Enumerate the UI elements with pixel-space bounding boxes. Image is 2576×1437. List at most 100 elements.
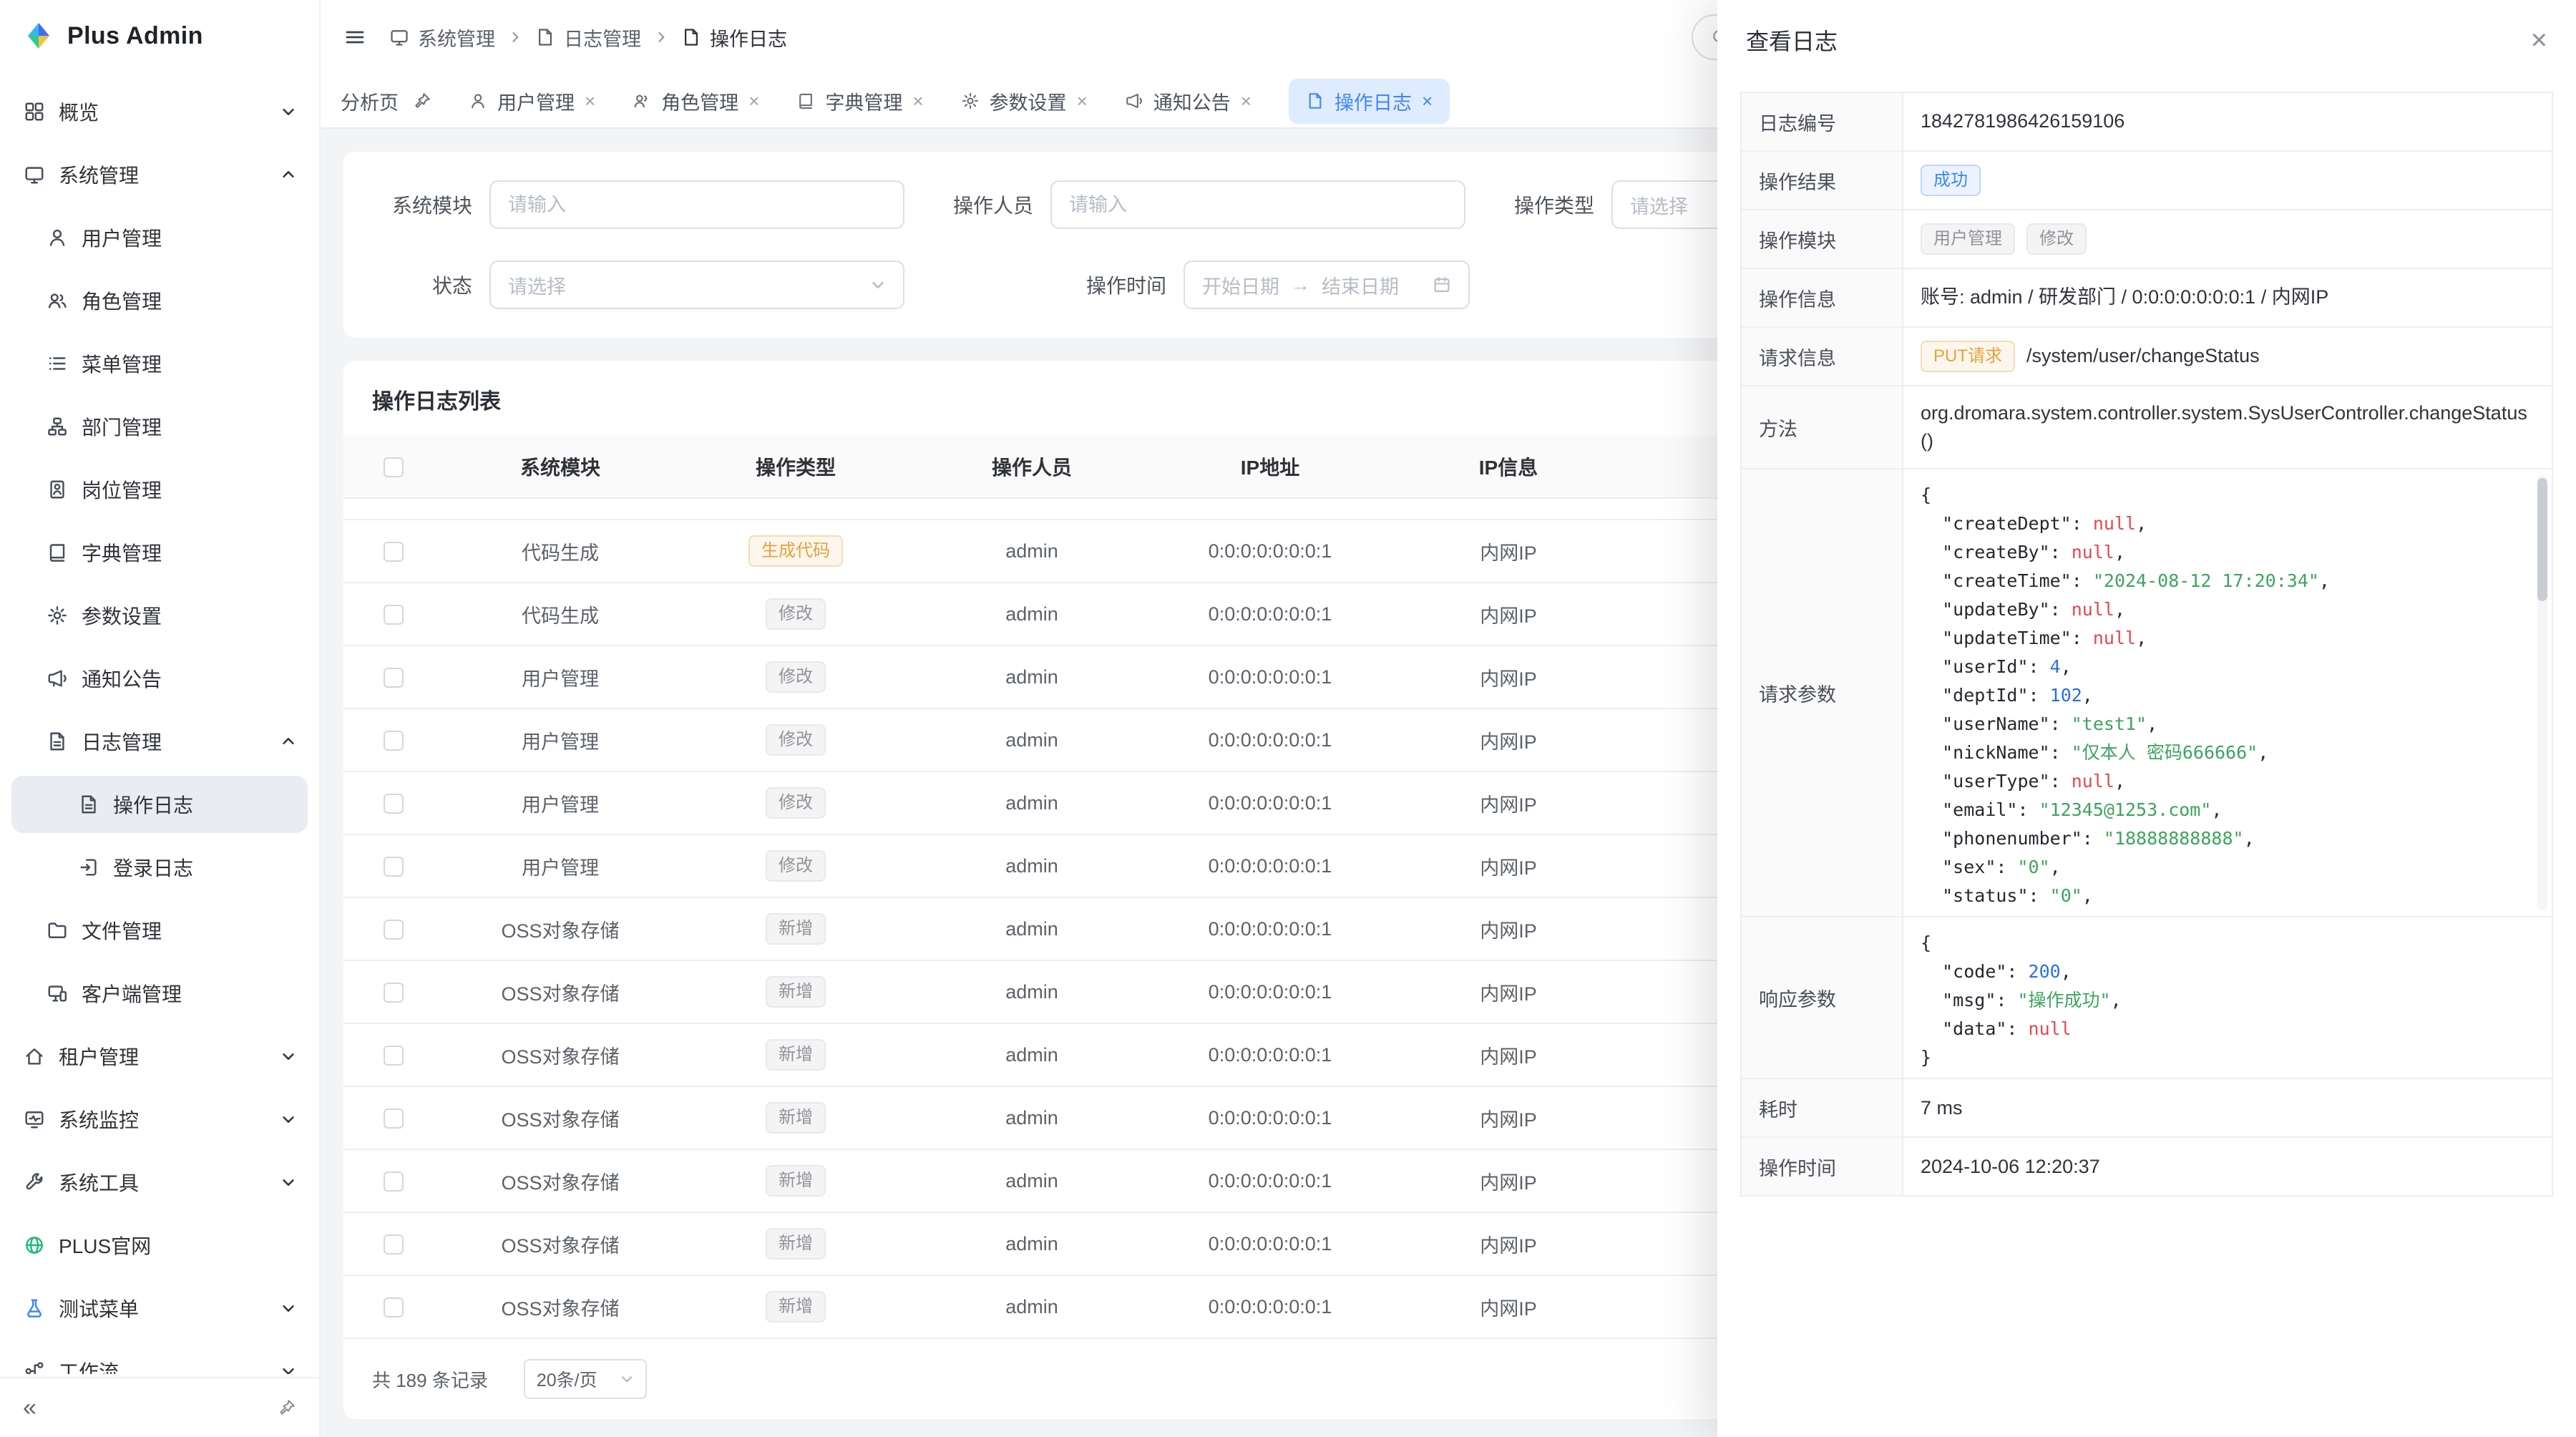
row-checkbox[interactable] — [384, 542, 404, 562]
module-input[interactable] — [489, 180, 904, 229]
row-checkbox[interactable] — [384, 1297, 404, 1317]
close-icon[interactable]: × — [585, 92, 595, 110]
sidebar-item-test-menu[interactable]: 测试菜单 — [11, 1280, 308, 1337]
operation-type-tag: 新增 — [766, 1228, 826, 1260]
sidebar-item-plus-website[interactable]: PLUS官网 — [11, 1217, 308, 1274]
sidebar-item-role-management[interactable]: 角色管理 — [11, 272, 308, 329]
row-checkbox[interactable] — [384, 1046, 404, 1066]
status-select[interactable]: 请选择 — [489, 260, 904, 309]
file-text-icon — [681, 27, 701, 47]
col-module: 系统模块 — [444, 435, 677, 498]
book-icon — [796, 92, 815, 110]
close-icon[interactable]: × — [912, 92, 923, 110]
desc-row-info: 操作信息 账号: admin / 研发部门 / 0:0:0:0:0:0:0:1 … — [1742, 269, 2552, 328]
sidebar-item-log-management[interactable]: 日志管理 — [11, 713, 308, 770]
scrollbar-thumb[interactable] — [2537, 478, 2547, 601]
operation-type-tag: 新增 — [766, 1291, 826, 1322]
module-tag: 用户管理 — [1921, 223, 2015, 255]
operation-type-tag: 修改 — [766, 661, 826, 693]
tab-notice[interactable]: 通知公告 × — [1125, 87, 1252, 115]
row-checkbox[interactable] — [384, 983, 404, 1003]
close-icon[interactable]: × — [1422, 92, 1433, 110]
breadcrumb-item[interactable]: 系统管理 — [389, 24, 495, 52]
breadcrumb-item[interactable]: 日志管理 — [535, 24, 641, 52]
drawer-header: 查看日志 × — [1717, 0, 2576, 80]
home-icon — [23, 1045, 46, 1068]
module-tag: 修改 — [2026, 223, 2087, 255]
tab-role-management[interactable]: 角色管理 × — [633, 87, 759, 115]
collapse-sidebar-button[interactable]: « — [23, 1395, 36, 1420]
sidebar-item-login-log[interactable]: 登录日志 — [11, 839, 308, 896]
file-text-icon — [535, 27, 555, 47]
pin-tab-icon[interactable] — [413, 92, 431, 110]
sidebar-item-client-management[interactable]: 客户端管理 — [11, 965, 308, 1022]
operation-info-value: 账号: admin / 研发部门 / 0:0:0:0:0:0:0:1 / 内网I… — [1903, 269, 2552, 326]
sidebar-item-post-management[interactable]: 岗位管理 — [11, 461, 308, 518]
scrollbar[interactable] — [2537, 475, 2547, 910]
sidebar-item-file-management[interactable]: 文件管理 — [11, 902, 308, 959]
row-checkbox[interactable] — [384, 1234, 404, 1255]
sidebar-item-menu-management[interactable]: 菜单管理 — [11, 335, 308, 392]
sidebar-item-dict-management[interactable]: 字典管理 — [11, 524, 308, 581]
tab-analysis[interactable]: 分析页 — [341, 87, 399, 115]
arrow-right-icon: → — [1291, 274, 1310, 296]
operator-input-field[interactable] — [1069, 194, 1447, 216]
col-type: 操作类型 — [677, 435, 914, 498]
sidebar-item-tenant-management[interactable]: 租户管理 — [11, 1028, 308, 1085]
sidebar-item-overview[interactable]: 概览 — [11, 83, 308, 140]
log-id-value: 1842781986426159106 — [1903, 93, 2552, 150]
tab-dict-management[interactable]: 字典管理 × — [796, 87, 923, 115]
book-icon — [46, 541, 69, 564]
sidebar-item-notice[interactable]: 通知公告 — [11, 650, 308, 707]
close-icon[interactable]: × — [1241, 92, 1252, 110]
sidebar-item-department-management[interactable]: 部门管理 — [11, 398, 308, 455]
desc-row-request: 请求信息 PUT请求 /system/user/changeStatus — [1742, 328, 2552, 386]
request-params-code[interactable]: { "createDept": null, "createBy": null, … — [1903, 469, 2552, 916]
operation-type-tag: 新增 — [766, 913, 826, 945]
close-icon[interactable]: × — [748, 92, 759, 110]
sidebar-item-system-monitor[interactable]: 系统监控 — [11, 1091, 308, 1148]
pin-icon[interactable] — [278, 1398, 296, 1417]
operation-type-tag: 新增 — [766, 1039, 826, 1071]
app-title: Plus Admin — [67, 22, 203, 50]
operation-type-tag: 修改 — [766, 850, 826, 882]
desc-row-duration: 耗时 7 ms — [1742, 1079, 2552, 1138]
row-checkbox[interactable] — [384, 1109, 404, 1129]
filter-label-status: 状态 — [372, 271, 472, 299]
megaphone-icon — [1125, 92, 1143, 110]
sidebar-item-param-settings[interactable]: 参数设置 — [11, 587, 308, 644]
row-checkbox[interactable] — [384, 794, 404, 814]
tab-param-settings[interactable]: 参数设置 × — [961, 87, 1088, 115]
logo-gem-icon — [23, 20, 54, 52]
hamburger-menu-icon[interactable] — [343, 26, 366, 49]
row-checkbox[interactable] — [384, 857, 404, 877]
row-checkbox[interactable] — [384, 668, 404, 688]
sidebar-item-operation-log[interactable]: 操作日志 — [11, 776, 308, 833]
file-text-icon — [46, 730, 69, 753]
globe-icon — [23, 1234, 46, 1257]
grid-icon — [23, 100, 46, 123]
page-size-select[interactable]: 20条/页 — [524, 1359, 647, 1399]
operator-input[interactable] — [1050, 180, 1465, 229]
chevron-right-icon — [508, 30, 522, 44]
tab-operation-log[interactable]: 操作日志 × — [1289, 79, 1450, 124]
close-icon[interactable]: × — [2531, 26, 2547, 54]
sidebar-item-user-management[interactable]: 用户管理 — [11, 209, 308, 266]
row-checkbox[interactable] — [384, 1171, 404, 1192]
close-icon[interactable]: × — [1077, 92, 1088, 110]
operation-type-tag: 新增 — [766, 976, 826, 1008]
tab-user-management[interactable]: 用户管理 × — [469, 87, 595, 115]
row-checkbox[interactable] — [384, 731, 404, 751]
chevron-up-icon — [280, 167, 296, 182]
sidebar-item-system-tools[interactable]: 系统工具 — [11, 1154, 308, 1211]
drawer-title: 查看日志 — [1746, 24, 1838, 57]
sidebar-item-workflow[interactable]: 工作流 — [11, 1343, 308, 1374]
row-checkbox[interactable] — [384, 920, 404, 940]
module-input-field[interactable] — [508, 194, 886, 216]
chevron-down-icon — [280, 104, 296, 120]
sidebar-item-system-management[interactable]: 系统管理 — [11, 146, 308, 203]
duration-value: 7 ms — [1903, 1079, 2552, 1136]
select-all-checkbox[interactable] — [384, 457, 404, 477]
row-checkbox[interactable] — [384, 605, 404, 625]
date-range-picker[interactable]: 开始日期 → 结束日期 — [1184, 260, 1470, 309]
